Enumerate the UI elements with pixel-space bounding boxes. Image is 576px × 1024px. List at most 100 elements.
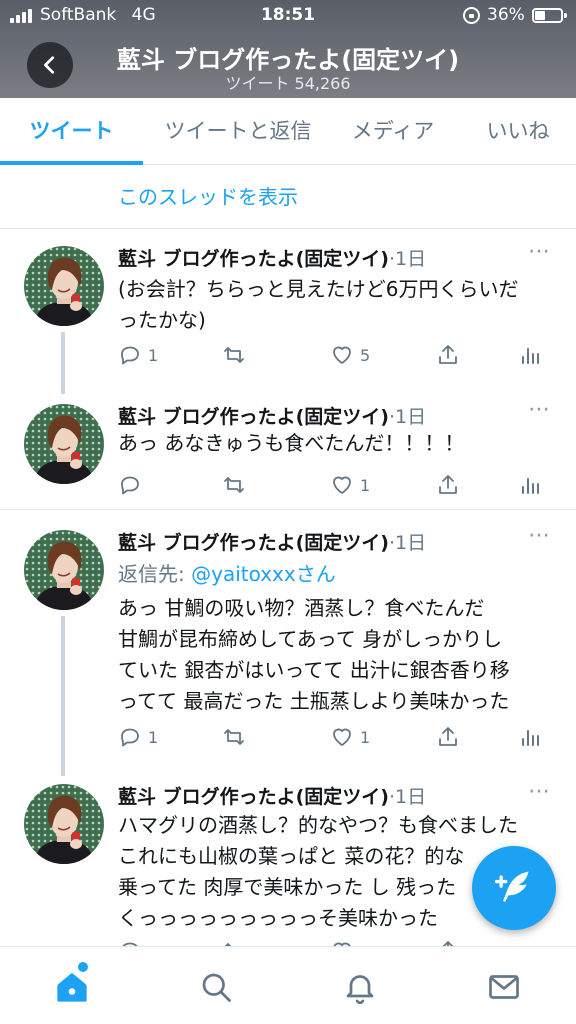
tweet-time: ·1日 (388, 532, 427, 554)
display-name[interactable]: 藍斗 ブログ作ったよ(固定ツイ) (118, 248, 389, 270)
nav-notifications[interactable] (342, 969, 378, 1005)
analytics-button[interactable] (518, 470, 542, 500)
share-button[interactable] (436, 936, 460, 946)
tweet-actions: 1 1 (0, 722, 576, 752)
reply-icon (121, 728, 139, 747)
tweet-2[interactable]: 藍斗 ブログ作ったよ(固定ツイ)·1日 ⋯ あっ あなきゅうも食べたんだ！！！！… (0, 398, 576, 508)
analytics-button[interactable] (518, 722, 542, 752)
reply-button[interactable] (118, 470, 148, 500)
battery-percent: 36% (487, 5, 525, 25)
nav-search[interactable] (198, 969, 234, 1005)
more-options-icon[interactable]: ⋯ (528, 781, 551, 803)
like-button[interactable]: 5 (330, 340, 370, 370)
tweet-text: あっ あなきゅうも食べたんだ！！！！ (118, 431, 465, 455)
profile-tabs: ツイート ツイートと返信 メディア いいね (0, 98, 576, 165)
active-tab-indicator (0, 161, 143, 165)
like-count: 1 (360, 727, 371, 747)
display-name[interactable]: 藍斗 ブログ作ったよ(固定ツイ) (118, 406, 389, 428)
reply-button[interactable]: 1 (118, 340, 158, 370)
compose-tweet-button[interactable] (472, 846, 556, 930)
retweet-button[interactable] (222, 936, 246, 946)
show-thread-label[interactable]: このスレッドを表示 (118, 181, 298, 210)
thread-connector (61, 616, 65, 776)
share-icon (439, 345, 457, 364)
like-count: 5 (360, 345, 371, 365)
tab-tweets-and-replies[interactable]: ツイートと返信 (143, 98, 333, 165)
tweet-actions: 1 5 (0, 340, 576, 370)
like-button[interactable] (330, 936, 354, 946)
orientation-lock-icon (463, 7, 480, 24)
heart-icon (333, 346, 351, 364)
display-name[interactable]: 藍斗 ブログ作ったよ(固定ツイ) (118, 532, 389, 554)
mail-icon (489, 975, 519, 999)
mention-link[interactable]: @yaitoxxxさん (191, 562, 336, 586)
heart-icon (333, 476, 351, 494)
compose-feather-icon (494, 871, 529, 902)
show-thread-link[interactable]: このスレッドを表示 (0, 166, 576, 229)
display-name[interactable]: 藍斗 ブログ作ったよ(固定ツイ) (118, 786, 389, 808)
tweet-1[interactable]: 藍斗 ブログ作ったよ(固定ツイ)·1日 ⋯ (お会計？ちらっと見えたけど6万円く… (0, 240, 576, 408)
tab-likes[interactable]: いいね (460, 98, 576, 165)
analytics-icon (522, 730, 539, 746)
replying-to: 返信先: @yaitoxxxさん (118, 558, 336, 587)
tweet-header: 藍斗 ブログ作ったよ(固定ツイ)·1日 (118, 782, 426, 812)
analytics-icon (522, 478, 539, 494)
like-button[interactable]: 1 (330, 722, 370, 752)
avatar[interactable] (24, 784, 104, 864)
tweet-time: ·1日 (388, 406, 427, 428)
like-count: 1 (360, 475, 371, 495)
heart-icon (333, 942, 351, 946)
more-options-icon[interactable]: ⋯ (528, 241, 551, 263)
avatar[interactable] (24, 530, 104, 610)
thread-separator (0, 509, 576, 510)
retweet-button[interactable] (222, 722, 252, 752)
nav-home[interactable] (54, 969, 90, 1005)
tweet-3[interactable]: 藍斗 ブログ作ったよ(固定ツイ)·1日 ⋯ 返信先: @yaitoxxxさん あ… (0, 524, 576, 776)
reply-button[interactable] (118, 936, 142, 946)
replying-to-label: 返信先: (118, 562, 192, 586)
share-icon (439, 727, 457, 746)
retweet-icon (224, 729, 244, 745)
reply-icon (122, 942, 138, 946)
tweet-actions: 1 (0, 470, 576, 500)
home-icon (57, 973, 87, 1002)
analytics-icon (522, 348, 539, 364)
reply-button[interactable]: 1 (118, 722, 158, 752)
share-icon (439, 475, 457, 494)
tweet-time: ·1日 (388, 786, 427, 808)
retweet-icon (224, 477, 244, 493)
tweet-time: ·1日 (388, 248, 427, 270)
share-button[interactable] (436, 722, 460, 752)
heart-icon (333, 728, 351, 746)
tweet-text: (お会計？ちらっと見えたけど6万円くらいだ ったかな) (118, 277, 519, 332)
nav-messages[interactable] (486, 969, 522, 1005)
bell-icon (346, 975, 374, 1005)
tweet-count: ツイート 54,266 (225, 74, 351, 93)
reply-icon (121, 346, 139, 365)
share-icon (442, 941, 454, 946)
tweet-header: 藍斗 ブログ作ったよ(固定ツイ)·1日 (118, 244, 426, 274)
analytics-button[interactable] (518, 340, 542, 370)
tab-media[interactable]: メディア (333, 98, 453, 165)
battery-icon (532, 8, 567, 23)
reply-count: 1 (148, 345, 159, 365)
more-options-icon[interactable]: ⋯ (528, 525, 551, 547)
retweet-icon (224, 347, 244, 363)
share-button[interactable] (436, 470, 460, 500)
search-icon (202, 973, 231, 1002)
avatar[interactable] (24, 246, 104, 326)
share-button[interactable] (436, 340, 460, 370)
retweet-button[interactable] (222, 470, 252, 500)
tab-tweets[interactable]: ツイート (0, 98, 143, 165)
new-content-indicator (78, 962, 88, 972)
tweet-actions (0, 936, 576, 946)
reply-count: 1 (148, 727, 159, 747)
more-options-icon[interactable]: ⋯ (528, 399, 551, 421)
retweet-button[interactable] (222, 340, 252, 370)
tweet-text: あっ 甘鯛の吸い物？酒蒸し？食べたんだ 甘鯛が昆布締めしてあって 身がしっかりし… (118, 596, 510, 713)
profile-header: SoftBank 4G 18:51 36% 藍斗 ブログ作ったよ(固定ツイ) ツ… (0, 0, 576, 98)
like-button[interactable]: 1 (330, 470, 370, 500)
tweet-header: 藍斗 ブログ作ったよ(固定ツイ)·1日 (118, 528, 426, 558)
status-bar: SoftBank 4G 18:51 36% (0, 0, 576, 32)
reply-icon (121, 476, 139, 495)
